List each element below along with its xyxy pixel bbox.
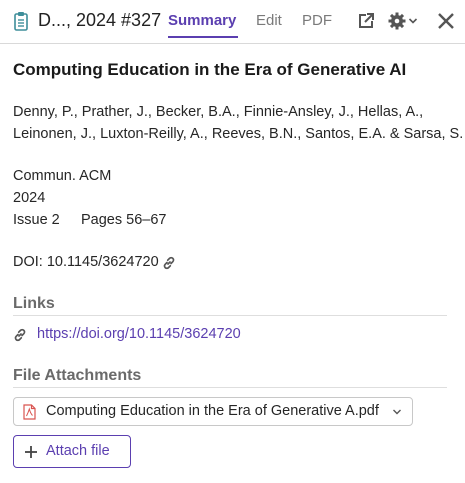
reference-title: Computing Education in the Era of Genera… (13, 60, 407, 79)
attach-file-label: Attach file (46, 443, 110, 459)
reference-short-title: D..., 2024 #327 (38, 10, 162, 30)
open-external-icon (359, 13, 374, 28)
doi-text: DOI: 10.1145/3624720 (13, 254, 159, 270)
chevron-down-icon (393, 409, 401, 415)
link-icon (14, 328, 26, 342)
journal-name: Commun. ACM (13, 168, 112, 184)
publication-year: 2024 (13, 190, 46, 206)
links-divider (13, 315, 447, 316)
attachments-heading: File Attachments (13, 367, 142, 384)
panel-header: D..., 2024 #327 Summary Edit PDF (0, 0, 465, 44)
attachment-dropdown[interactable]: Computing Education in the Era of Genera… (13, 397, 413, 426)
attach-file-button[interactable]: Attach file (13, 435, 131, 468)
pdf-file-icon (23, 404, 36, 420)
chevron-down-icon (408, 18, 418, 24)
attachment-file-name: Computing Education in the Era of Genera… (46, 403, 379, 419)
plus-icon (25, 446, 37, 458)
doi-link-icon[interactable] (162, 256, 176, 270)
close-icon (438, 13, 454, 29)
settings-menu-button[interactable] (385, 8, 421, 34)
open-external-button[interactable] (353, 8, 379, 34)
attachments-divider (13, 387, 447, 388)
issue-number: Issue 2 (13, 212, 60, 228)
tab-summary[interactable]: Summary (168, 12, 236, 29)
close-button[interactable] (433, 8, 459, 34)
active-tab-indicator (168, 36, 238, 38)
authors-line-1: Denny, P., Prather, J., Becker, B.A., Fi… (13, 104, 424, 120)
authors-line-2: Leinonen, J., Luxton-Reilly, A., Reeves,… (13, 126, 464, 142)
tab-edit[interactable]: Edit (256, 12, 282, 29)
doi-url-link[interactable]: https://doi.org/10.1145/3624720 (37, 326, 241, 342)
reference-panel: D..., 2024 #327 Summary Edit PDF Computi… (0, 0, 465, 483)
links-heading: Links (13, 295, 55, 312)
page-range: Pages 56–67 (81, 212, 167, 228)
tab-pdf[interactable]: PDF (302, 12, 332, 29)
clipboard-icon (14, 12, 28, 31)
gear-icon (388, 12, 406, 30)
